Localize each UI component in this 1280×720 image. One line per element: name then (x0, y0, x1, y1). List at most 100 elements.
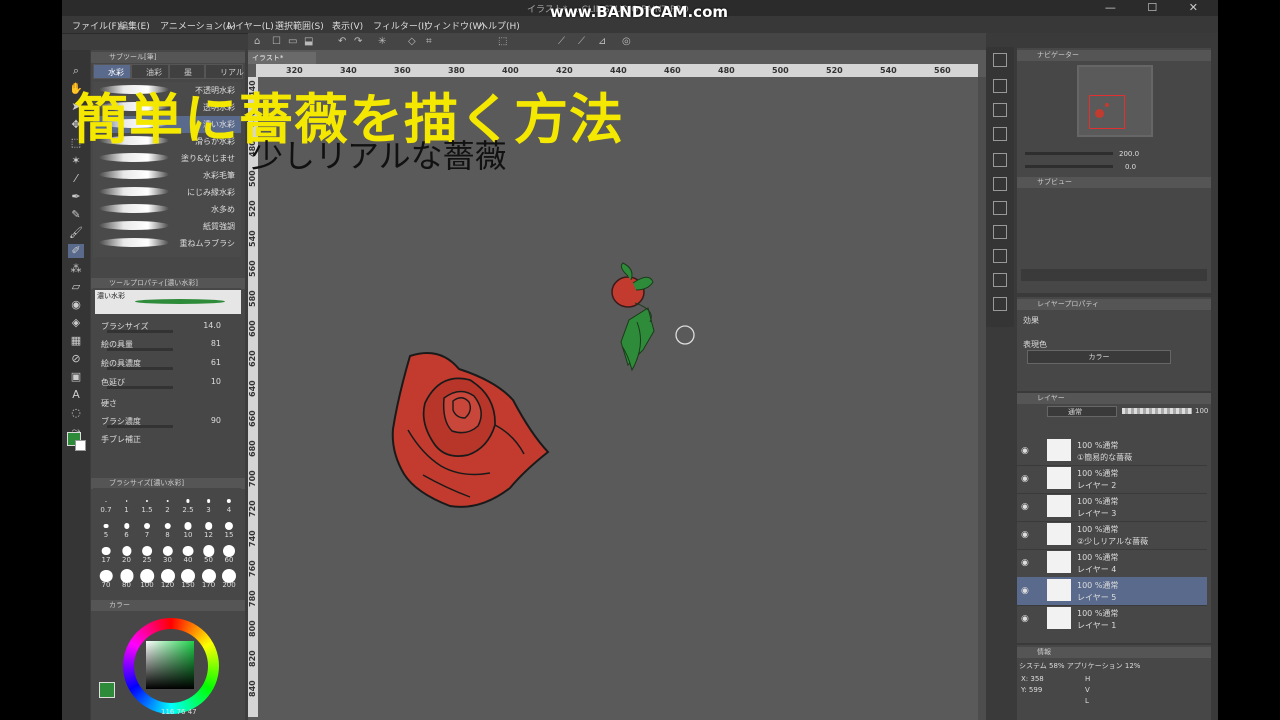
hardness-row[interactable]: 硬さ (101, 398, 237, 410)
brush-size-option[interactable]: 8 (157, 517, 179, 539)
redo-icon[interactable]: ↷ (354, 36, 362, 47)
layer-row[interactable]: ◉ 100 %通常 レイヤー 5 (1017, 577, 1207, 606)
layer-row[interactable]: ◉ 100 %通常 ②少しリアルな薔薇 (1017, 521, 1207, 550)
clear-icon[interactable]: ✳ (378, 36, 386, 47)
brush-item[interactable]: 水彩毛筆 (93, 167, 241, 184)
brush-item[interactable]: 紙質強調 (93, 218, 241, 235)
brush-size-option[interactable]: 6 (116, 517, 138, 539)
brush-size-option[interactable]: 50 (198, 542, 220, 564)
material-icon[interactable] (993, 103, 1007, 117)
brush-size-option[interactable]: 1 (116, 492, 138, 514)
saturation-square[interactable] (146, 641, 194, 689)
visibility-eye-icon[interactable]: ◉ (1021, 530, 1029, 540)
material-icon[interactable] (993, 177, 1007, 191)
menu-window[interactable]: ウィンドウ(W) (424, 19, 485, 32)
material-icon[interactable] (993, 201, 1007, 215)
new-icon[interactable]: ☐ (272, 36, 281, 47)
brush-size-option[interactable]: 40 (177, 542, 199, 564)
brush-size-option[interactable]: 12 (198, 517, 220, 539)
blend-icon[interactable]: ◉ (68, 298, 84, 312)
layer-row[interactable]: ◉ 100 %通常 レイヤー 3 (1017, 493, 1207, 522)
brush-size-option[interactable]: 2.5 (177, 492, 199, 514)
grid-snap-icon[interactable]: ⊿ (598, 36, 606, 47)
save-icon[interactable]: ⬓ (304, 36, 313, 47)
brush-size-option[interactable]: 30 (157, 542, 179, 564)
stabilization-row[interactable]: 手ブレ補正 (101, 434, 237, 446)
layer-row[interactable]: ◉ 100 %通常 レイヤー 4 (1017, 549, 1207, 578)
material-icon[interactable] (993, 273, 1007, 287)
flatten-icon[interactable]: ◎ (622, 36, 631, 47)
material-icon[interactable] (993, 153, 1007, 167)
brush-item[interactable]: にじみ縁水彩 (93, 184, 241, 201)
menu-selection[interactable]: 選択範囲(S) (275, 19, 324, 32)
visibility-eye-icon[interactable]: ◉ (1021, 474, 1029, 484)
brush-size-option[interactable]: 1.5 (136, 492, 158, 514)
opacity-value[interactable]: 100 (1195, 407, 1208, 415)
select-all-icon[interactable]: ⬚ (498, 36, 507, 47)
paint-amount-row[interactable]: 絵の具量 81 (101, 339, 237, 351)
pencil-icon[interactable]: ✎ (68, 208, 84, 222)
layer-row[interactable]: ◉ 100 %通常 ①簡易的な薔薇 (1017, 437, 1207, 466)
sub-color-swatch[interactable] (75, 440, 86, 451)
menu-edit[interactable]: 編集(E) (119, 19, 150, 32)
material-icon[interactable] (993, 249, 1007, 263)
navigator-zoom[interactable]: 200.0 (1119, 150, 1139, 158)
window-controls[interactable]: — ☐ ✕ (1105, 1, 1212, 14)
brush-size-option[interactable]: 200 (218, 567, 240, 589)
visibility-eye-icon[interactable]: ◉ (1021, 614, 1029, 624)
menu-layer[interactable]: レイヤー(L) (226, 19, 274, 32)
special-ruler-icon[interactable]: ⟋ (578, 36, 585, 47)
visibility-eye-icon[interactable]: ◉ (1021, 586, 1029, 596)
text-icon[interactable]: A (68, 388, 84, 402)
brush-size-option[interactable]: 4 (218, 492, 240, 514)
brush-size-option[interactable]: 2 (157, 492, 179, 514)
brush-size-option[interactable]: 25 (136, 542, 158, 564)
main-color-swatch-2[interactable] (99, 682, 115, 698)
pen-icon[interactable]: ✒ (68, 190, 84, 204)
brush-size-option[interactable]: 150 (177, 567, 199, 589)
brush-size-option[interactable]: 80 (116, 567, 138, 589)
crop-icon[interactable]: ⌗ (426, 36, 432, 47)
color-stretch-row[interactable]: 色延び 10 (101, 377, 237, 389)
brush-size-option[interactable]: 7 (136, 517, 158, 539)
material-icon[interactable] (993, 297, 1007, 311)
transform-icon[interactable]: ◇ (408, 36, 416, 47)
brush-size-option[interactable]: 100 (136, 567, 158, 589)
navigator-preview[interactable] (1077, 65, 1153, 137)
brush-size-row[interactable]: ブラシサイズ 14.0 (101, 321, 237, 333)
visibility-eye-icon[interactable]: ◉ (1021, 558, 1029, 568)
material-icon[interactable] (993, 79, 1007, 93)
fill-icon[interactable]: ◈ (68, 316, 84, 330)
visibility-eye-icon[interactable]: ◉ (1021, 502, 1029, 512)
layer-row[interactable]: ◉ 100 %通常 レイヤー 1 (1017, 605, 1207, 633)
material-icon[interactable] (993, 53, 1007, 67)
menu-help[interactable]: ヘルプ(H) (479, 19, 520, 32)
brush-size-option[interactable]: 20 (116, 542, 138, 564)
home-icon[interactable]: ⌂ (254, 36, 260, 47)
brush-size-option[interactable]: 0.7 (95, 492, 117, 514)
brush-size-option[interactable]: 60 (218, 542, 240, 564)
brush-item[interactable]: 水多め (93, 201, 241, 218)
material-icon[interactable] (993, 225, 1007, 239)
brush-size-option[interactable]: 70 (95, 567, 117, 589)
magic-wand-icon[interactable]: ✶ (68, 154, 84, 168)
airbrush-icon[interactable]: ⁂ (68, 262, 84, 276)
undo-icon[interactable]: ↶ (338, 36, 346, 47)
brush-density-row[interactable]: ブラシ濃度 90 (101, 416, 237, 428)
ruler-snap-icon[interactable]: ⟋ (558, 36, 565, 47)
brush-size-option[interactable]: 10 (177, 517, 199, 539)
visibility-eye-icon[interactable]: ◉ (1021, 446, 1029, 456)
blend-mode-select[interactable]: 通常 (1047, 406, 1117, 417)
layer-row[interactable]: ◉ 100 %通常 レイヤー 2 (1017, 465, 1207, 494)
material-icon[interactable] (993, 127, 1007, 141)
brush-item[interactable]: 重ねムラブラシ (93, 235, 241, 252)
frame-icon[interactable]: ▣ (68, 370, 84, 384)
menu-file[interactable]: ファイル(F) (72, 19, 120, 32)
expression-select[interactable]: カラー (1027, 350, 1171, 364)
brush-size-option[interactable]: 3 (198, 492, 220, 514)
paint-density-row[interactable]: 絵の具濃度 61 (101, 358, 237, 370)
balloon-icon[interactable]: ◌ (68, 406, 84, 420)
eyedropper-icon[interactable]: ⁄ (68, 172, 84, 186)
brush-size-option[interactable]: 170 (198, 567, 220, 589)
brush-size-option[interactable]: 120 (157, 567, 179, 589)
